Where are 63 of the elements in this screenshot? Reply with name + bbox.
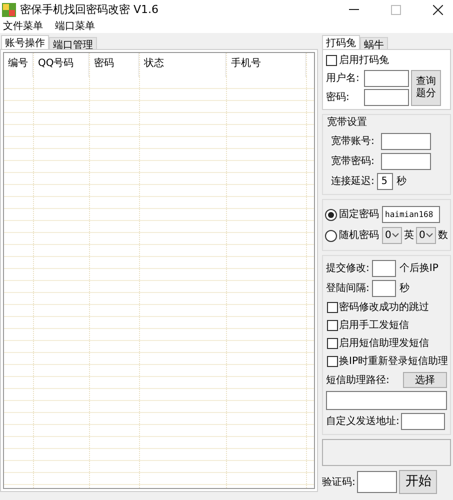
input-field[interactable] — [326, 391, 447, 410]
minimize-icon[interactable] — [349, 9, 359, 11]
label: 换IP时重新登录短信助理 — [339, 354, 448, 369]
label: 秒 — [396, 174, 406, 189]
input-field[interactable] — [372, 260, 396, 277]
radio-button[interactable] — [325, 208, 337, 220]
label: 随机密码 — [339, 228, 379, 243]
label: 启用短信助理发短信 — [339, 336, 429, 351]
chevron-icon — [392, 233, 399, 238]
label: 宽带账号: — [331, 134, 376, 149]
label: 宽带密码: — [331, 154, 376, 169]
input-field[interactable]: 5 — [377, 173, 394, 190]
checkbox[interactable] — [326, 55, 337, 66]
column-header[interactable]: 编号 — [4, 53, 33, 77]
input-field[interactable] — [364, 70, 409, 87]
app-icon — [2, 3, 16, 17]
menu-item[interactable]: 端口菜单 — [55, 19, 95, 34]
column-header[interactable]: 密码 — [90, 53, 139, 77]
start-button[interactable]: 开始 — [399, 470, 438, 494]
dropdown[interactable]: 0 — [382, 227, 402, 244]
label: 启用手工发短信 — [339, 318, 409, 333]
input-field[interactable] — [381, 133, 431, 150]
label: 短信助理路径: — [326, 374, 390, 388]
choose-button[interactable]: 选择 — [403, 372, 447, 388]
label: 固定密码 — [339, 208, 379, 222]
label: 个后换IP — [399, 262, 438, 276]
label: 启用打码兔 — [339, 54, 389, 68]
group-title: 宽带设置 — [327, 116, 368, 130]
label: 秒 — [399, 282, 410, 296]
input-field[interactable]: haimian168 — [382, 206, 440, 223]
column-header[interactable]: 状态 — [140, 53, 226, 77]
label: 提交修改: — [326, 262, 370, 276]
label: 数 — [438, 229, 448, 243]
column-header[interactable]: QQ号码 — [34, 53, 89, 77]
label: 验证码: — [322, 476, 356, 490]
label: 密码: — [326, 90, 350, 105]
tab[interactable]: 账号操作 — [1, 35, 49, 49]
input-field[interactable] — [381, 153, 431, 170]
label: 用户名: — [326, 72, 360, 86]
checkbox[interactable] — [327, 320, 338, 331]
tab[interactable]: 打码兔 — [322, 35, 360, 49]
window-title: 密保手机找回密码改密 V1.6 — [20, 2, 159, 18]
label: 英 — [404, 228, 414, 243]
menu-item[interactable]: 文件菜单 — [3, 19, 43, 34]
label: 登陆间隔: — [326, 282, 370, 296]
checkbox[interactable] — [327, 338, 338, 349]
input-field[interactable] — [364, 89, 409, 106]
input-field[interactable] — [372, 280, 396, 297]
input-field[interactable] — [401, 413, 446, 430]
captcha-field[interactable] — [357, 471, 398, 493]
tab[interactable]: 端口管理 — [49, 37, 97, 49]
column-header[interactable]: 手机号 — [227, 53, 306, 77]
close-icon[interactable] — [433, 5, 443, 15]
radio-button[interactable] — [325, 230, 337, 242]
chevron-icon — [426, 233, 433, 238]
checkbox[interactable] — [327, 302, 338, 313]
label: 密码修改成功的跳过 — [339, 300, 429, 315]
label: 自定义发送地址: — [326, 414, 400, 429]
query-button[interactable]: 查询题分 — [411, 70, 441, 106]
tab[interactable]: 蜗牛 — [360, 37, 388, 49]
dropdown[interactable]: 0 — [416, 227, 436, 244]
checkbox[interactable] — [327, 356, 338, 367]
label: 连接延迟: — [331, 174, 374, 189]
